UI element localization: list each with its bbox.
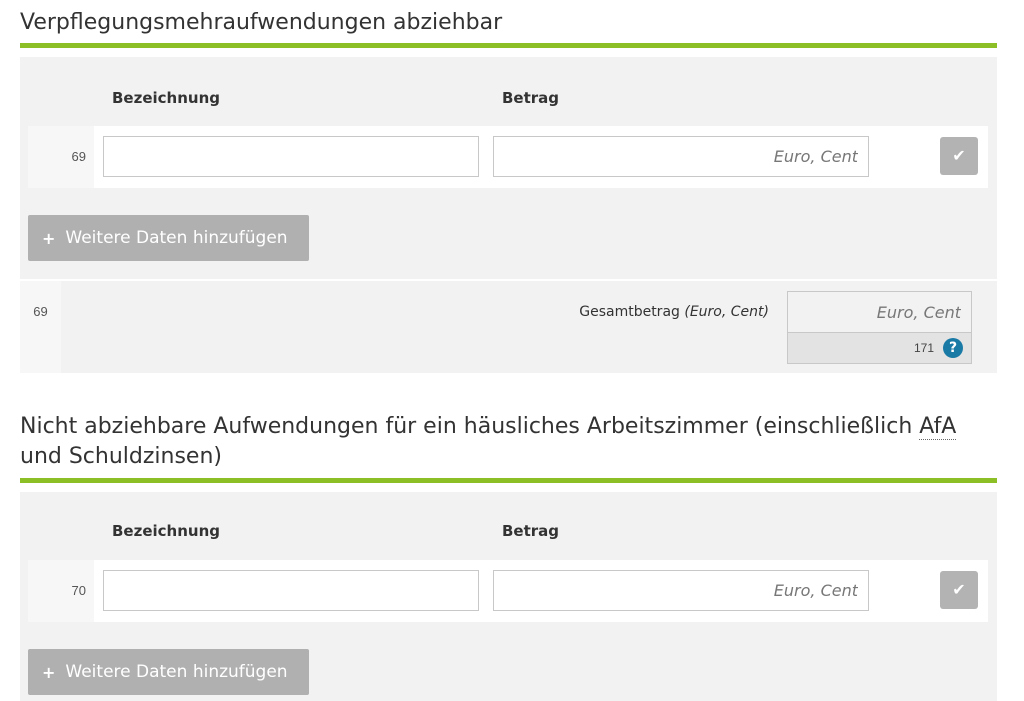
line-number: 69 [28,126,94,188]
form-code: 171 [913,341,934,355]
form-code-bar: 171 ? [787,333,972,364]
entry-row: 70 ✔ [28,560,988,622]
plus-icon: + [42,228,56,248]
total-row: 69 Gesamtbetrag (Euro, Cent) 171 ? [20,281,997,373]
total-amount-field [787,291,972,333]
section-divider [20,43,997,48]
add-more-data-button[interactable]: + Weitere Daten hinzufügen [28,649,309,695]
afa-abbreviation[interactable]: AfA [919,414,957,440]
amount-input[interactable] [493,570,869,611]
description-input[interactable] [103,570,479,611]
add-more-data-label: Weitere Daten hinzufügen [65,228,288,248]
section-divider [20,478,997,483]
amount-input[interactable] [493,136,869,177]
add-more-data-button[interactable]: + Weitere Daten hinzufügen [28,215,309,261]
check-icon: ✔ [952,582,966,599]
column-header-betrag: Betrag [502,89,560,107]
confirm-row-button[interactable]: ✔ [940,571,978,609]
section-title-verpflegung: Verpflegungsmehraufwendungen abziehbar [20,10,503,35]
column-header-bezeichnung: Bezeichnung [112,89,220,107]
confirm-row-button[interactable]: ✔ [940,137,978,175]
entry-row: 69 ✔ [28,126,988,188]
total-line-number: 69 [20,281,61,373]
help-icon[interactable]: ? [943,338,963,358]
section-title-text: Nicht abziehbare Aufwendungen für ein hä… [20,414,920,439]
total-label-text: Gesamtbetrag [579,304,680,320]
section-title-text-cont: und Schuldzinsen) [20,444,222,469]
column-header-bezeichnung: Bezeichnung [112,522,220,540]
total-label-unit: (Euro, Cent) [684,304,769,320]
section-title-arbeitszimmer: Nicht abziehbare Aufwendungen für ein hä… [20,412,995,472]
check-icon: ✔ [952,148,966,165]
add-more-data-label: Weitere Daten hinzufügen [65,662,288,682]
column-header-betrag: Betrag [502,522,560,540]
description-input[interactable] [103,136,479,177]
line-number: 70 [28,560,94,622]
total-label: Gesamtbetrag (Euro, Cent) [579,304,769,320]
plus-icon: + [42,662,56,682]
